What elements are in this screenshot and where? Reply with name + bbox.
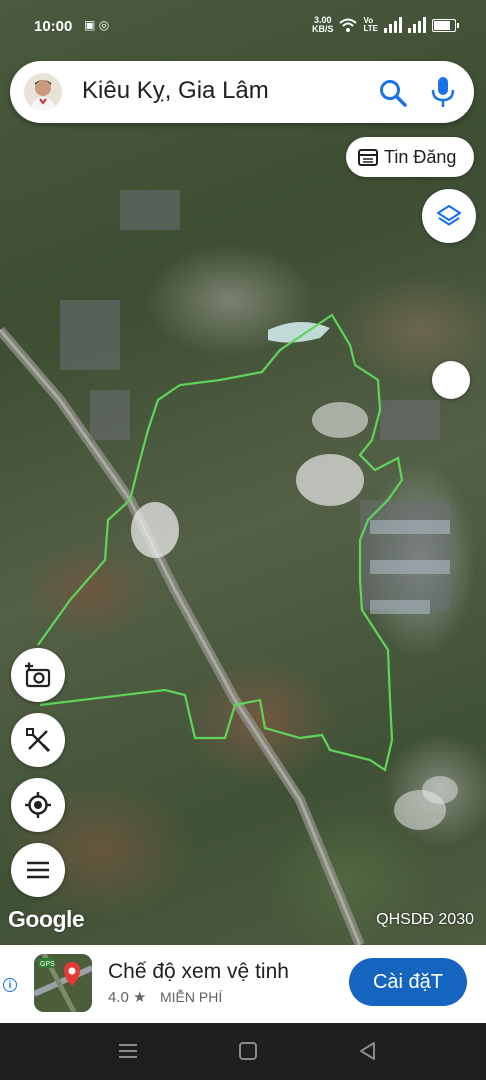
map-circle-button[interactable] [432, 361, 470, 399]
menu-button[interactable] [11, 843, 65, 897]
install-button[interactable]: Cài đặT [349, 958, 467, 1006]
ad-price: MIỄN PHÍ [160, 989, 223, 1005]
layers-button[interactable] [422, 189, 476, 243]
ruler-tool-icon [26, 728, 51, 753]
search-bar[interactable]: Kiêu Kỵ, Gia Lâm [10, 61, 474, 123]
measure-tool-button[interactable] [11, 713, 65, 767]
camera-add-icon [25, 662, 51, 688]
instagram-icon: ◎ [98, 18, 110, 32]
ad-title[interactable]: Chế độ xem vệ tinh [108, 960, 289, 984]
add-photo-button[interactable] [11, 648, 65, 702]
listing-button[interactable]: Tin Đăng [346, 137, 474, 177]
menu-icon [27, 861, 49, 879]
signal-icon [384, 17, 402, 33]
home-icon[interactable] [236, 1041, 260, 1061]
system-nav-bar [0, 1023, 486, 1080]
notification-icons: ▣ ◎ [84, 18, 109, 32]
mic-icon[interactable] [428, 76, 458, 108]
ad-banner[interactable]: i GPS Chế độ xem vệ tinh 4.0 ★ MIỄN PHÍ … [0, 945, 486, 1023]
net-speed-unit: KB/S [311, 24, 334, 34]
boundary-line [37, 313, 404, 772]
avatar[interactable] [24, 73, 62, 111]
svg-text:GPS: GPS [40, 961, 55, 968]
google-logo: Google [8, 906, 85, 932]
volte-icon: Vo LTE [363, 16, 378, 33]
wifi-icon [339, 18, 358, 32]
status-time: 10:00 [34, 18, 73, 35]
recent-apps-icon[interactable] [116, 1041, 140, 1061]
search-icon[interactable] [378, 78, 408, 108]
my-location-button[interactable] [11, 778, 65, 832]
battery-icon [432, 18, 459, 32]
layers-icon [436, 204, 462, 226]
signal-icon-2 [408, 17, 426, 33]
ad-info-icon[interactable]: i [3, 978, 17, 992]
zalo-icon: ▣ [84, 18, 96, 32]
plan-label: QHSDĐ 2030 [376, 911, 474, 928]
search-query[interactable]: Kiêu Kỵ, Gia Lâm [82, 77, 269, 105]
listing-button-label: Tin Đăng [384, 146, 457, 167]
net-speed: 3.00 KB/S [312, 16, 334, 34]
status-bar: 10:00 ▣ ◎ 3.00 KB/S Vo LTE [0, 0, 486, 50]
app-icon[interactable]: GPS [34, 954, 92, 1012]
calendar-list-icon [358, 149, 378, 166]
my-location-icon [25, 792, 51, 818]
ad-rating: 4.0 ★ [108, 989, 147, 1006]
back-icon[interactable] [356, 1041, 380, 1061]
